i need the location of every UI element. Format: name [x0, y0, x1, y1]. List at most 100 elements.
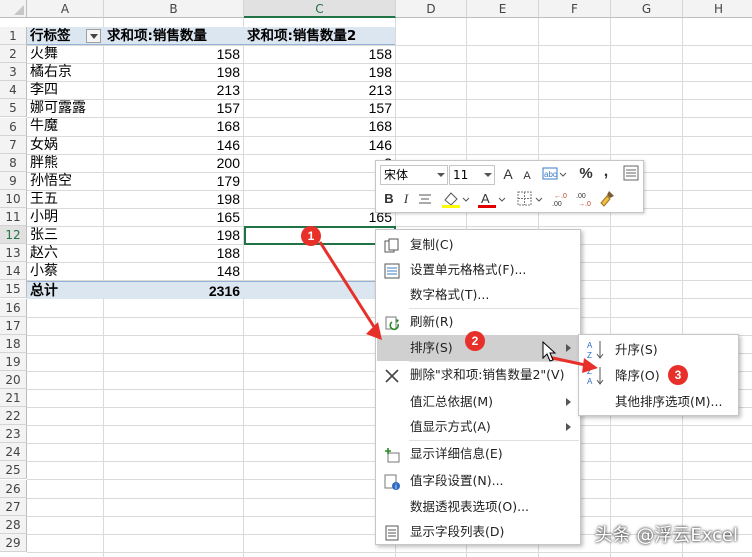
cell-a[interactable]: 火舞 — [28, 45, 103, 63]
sort-option-2[interactable]: Z A 降序(O) — [580, 363, 738, 389]
row-header-22[interactable]: 22 — [0, 407, 27, 426]
cell-b[interactable]: 146 — [105, 136, 242, 154]
cell-c[interactable]: 165 — [245, 208, 394, 226]
sort-option-3[interactable]: 其他排序选项(M)... — [580, 389, 738, 415]
cell-b[interactable]: 200 — [105, 154, 242, 172]
row-header-26[interactable]: 26 — [0, 479, 27, 498]
cell-c[interactable]: 157 — [245, 99, 394, 117]
total-value-b[interactable]: 2316 — [105, 282, 242, 300]
column-header-g[interactable]: G — [611, 0, 683, 18]
cell-a[interactable]: 张三 — [28, 226, 103, 244]
cell-b[interactable]: 198 — [105, 190, 242, 208]
row-header-5[interactable]: 5 — [0, 99, 27, 118]
cell-b[interactable]: 165 — [105, 208, 242, 226]
row-header-28[interactable]: 28 — [0, 515, 27, 534]
cell-a[interactable]: 小明 — [28, 208, 103, 226]
row-header-9[interactable]: 9 — [0, 171, 27, 190]
cell-a[interactable]: 小蔡 — [28, 262, 103, 280]
row-header-6[interactable]: 6 — [0, 117, 27, 136]
format-painter-icon[interactable] — [598, 189, 618, 212]
row-header-12[interactable]: 12 — [0, 226, 27, 245]
column-header-a[interactable]: A — [27, 0, 104, 18]
row-header-1[interactable]: 1 — [0, 27, 27, 45]
cell-c[interactable]: 1 — [245, 172, 394, 190]
font-size-box[interactable]: 11 — [449, 165, 495, 185]
italic-button[interactable]: I — [400, 190, 412, 208]
cell-c[interactable]: 1 — [245, 190, 394, 208]
column-header-b[interactable]: B — [104, 0, 244, 18]
total-label[interactable]: 总计 — [28, 282, 103, 300]
row-header-18[interactable]: 18 — [0, 334, 27, 353]
increase-font-button[interactable]: A — [500, 165, 516, 183]
cell-b[interactable]: 158 — [105, 45, 242, 63]
filter-dropdown-button[interactable] — [86, 29, 101, 43]
cell-c[interactable]: 213 — [245, 81, 394, 99]
percent-button[interactable]: % — [578, 165, 594, 183]
menu-item-7[interactable]: 值汇总依据(M) — [377, 389, 580, 415]
column-header-e[interactable]: E — [467, 0, 539, 18]
row-header-8[interactable]: 8 — [0, 153, 27, 172]
cell-a[interactable]: 李四 — [28, 81, 103, 99]
menu-item-8[interactable]: 值显示方式(A) — [377, 414, 580, 440]
row-header-3[interactable]: 3 — [0, 63, 27, 82]
row-header-13[interactable]: 13 — [0, 244, 27, 263]
cell-a[interactable]: 橘右京 — [28, 63, 103, 81]
row-header-4[interactable]: 4 — [0, 81, 27, 100]
comma-button[interactable]: , — [600, 163, 612, 181]
column-header-d[interactable]: D — [396, 0, 467, 18]
menu-item-2[interactable]: 设置单元格格式(F)... — [377, 257, 580, 283]
row-header-23[interactable]: 23 — [0, 425, 27, 444]
cell-b[interactable]: 157 — [105, 99, 242, 117]
cell-c[interactable]: 168 — [245, 117, 394, 135]
cell-b[interactable]: 148 — [105, 262, 242, 280]
total-value-c[interactable]: 23 — [245, 282, 394, 300]
row-header-20[interactable]: 20 — [0, 370, 27, 389]
row-header-17[interactable]: 17 — [0, 316, 27, 335]
row-header-29[interactable]: 29 — [0, 533, 27, 552]
menu-item-1[interactable]: 复制(C) — [377, 232, 580, 258]
select-all-corner[interactable] — [0, 0, 27, 18]
menu-item-9[interactable]: 显示详细信息(E) — [377, 441, 580, 467]
row-header-10[interactable]: 10 — [0, 189, 27, 208]
borders-icon[interactable] — [516, 190, 544, 213]
fill-color-icon[interactable] — [440, 189, 470, 214]
row-header-21[interactable]: 21 — [0, 389, 27, 407]
row-header-27[interactable]: 27 — [0, 497, 27, 516]
cell-a[interactable]: 孙悟空 — [28, 172, 103, 190]
cell-b[interactable]: 168 — [105, 117, 242, 135]
menu-item-6[interactable]: 删除"求和项:销售数量2"(V) — [377, 362, 580, 388]
decrease-font-button[interactable]: A — [520, 167, 534, 185]
align-icon[interactable] — [622, 165, 640, 186]
font-color-icon[interactable]: A — [476, 189, 506, 214]
column-header-f[interactable]: F — [539, 0, 611, 18]
cell-b[interactable]: 213 — [105, 81, 242, 99]
menu-item-3[interactable]: 数字格式(T)... — [377, 282, 580, 308]
row-header-11[interactable]: 11 — [0, 208, 27, 226]
cell-b[interactable]: 188 — [105, 244, 242, 262]
cell-c[interactable]: 1 — [245, 262, 394, 280]
cell-a[interactable]: 胖熊 — [28, 154, 103, 172]
cell-a[interactable]: 赵六 — [28, 244, 103, 262]
decrease-decimal-icon[interactable]: .00 →.0 — [574, 190, 596, 213]
cell-c[interactable]: 2 — [245, 154, 394, 172]
row-header-19[interactable]: 19 — [0, 352, 27, 371]
menu-item-12[interactable]: 显示字段列表(D) — [377, 519, 580, 545]
cell-a[interactable]: 王五 — [28, 190, 103, 208]
row-header-16[interactable]: 16 — [0, 298, 27, 317]
cell-c[interactable]: 146 — [245, 136, 394, 154]
font-name-box[interactable]: 宋体 — [380, 165, 448, 185]
row-header-7[interactable]: 7 — [0, 135, 27, 154]
cell-b[interactable]: 198 — [105, 226, 242, 244]
row-header-15[interactable]: 15 — [0, 280, 27, 299]
cell-a[interactable]: 牛魔 — [28, 117, 103, 135]
sort-option-1[interactable]: A Z 升序(S) — [580, 337, 738, 363]
cell-c[interactable]: 1 — [245, 244, 394, 262]
increase-decimal-icon[interactable]: ←.0.00 — [550, 190, 572, 213]
pivot-sum-header[interactable]: 求和项:销售数量 — [105, 27, 242, 45]
bold-button[interactable]: B — [382, 190, 396, 208]
cell-b[interactable]: 198 — [105, 63, 242, 81]
row-header-25[interactable]: 25 — [0, 461, 27, 480]
cell-b[interactable]: 179 — [105, 172, 242, 190]
cell-a[interactable]: 娜可露露 — [28, 99, 103, 117]
column-header-h[interactable]: H — [683, 0, 752, 18]
